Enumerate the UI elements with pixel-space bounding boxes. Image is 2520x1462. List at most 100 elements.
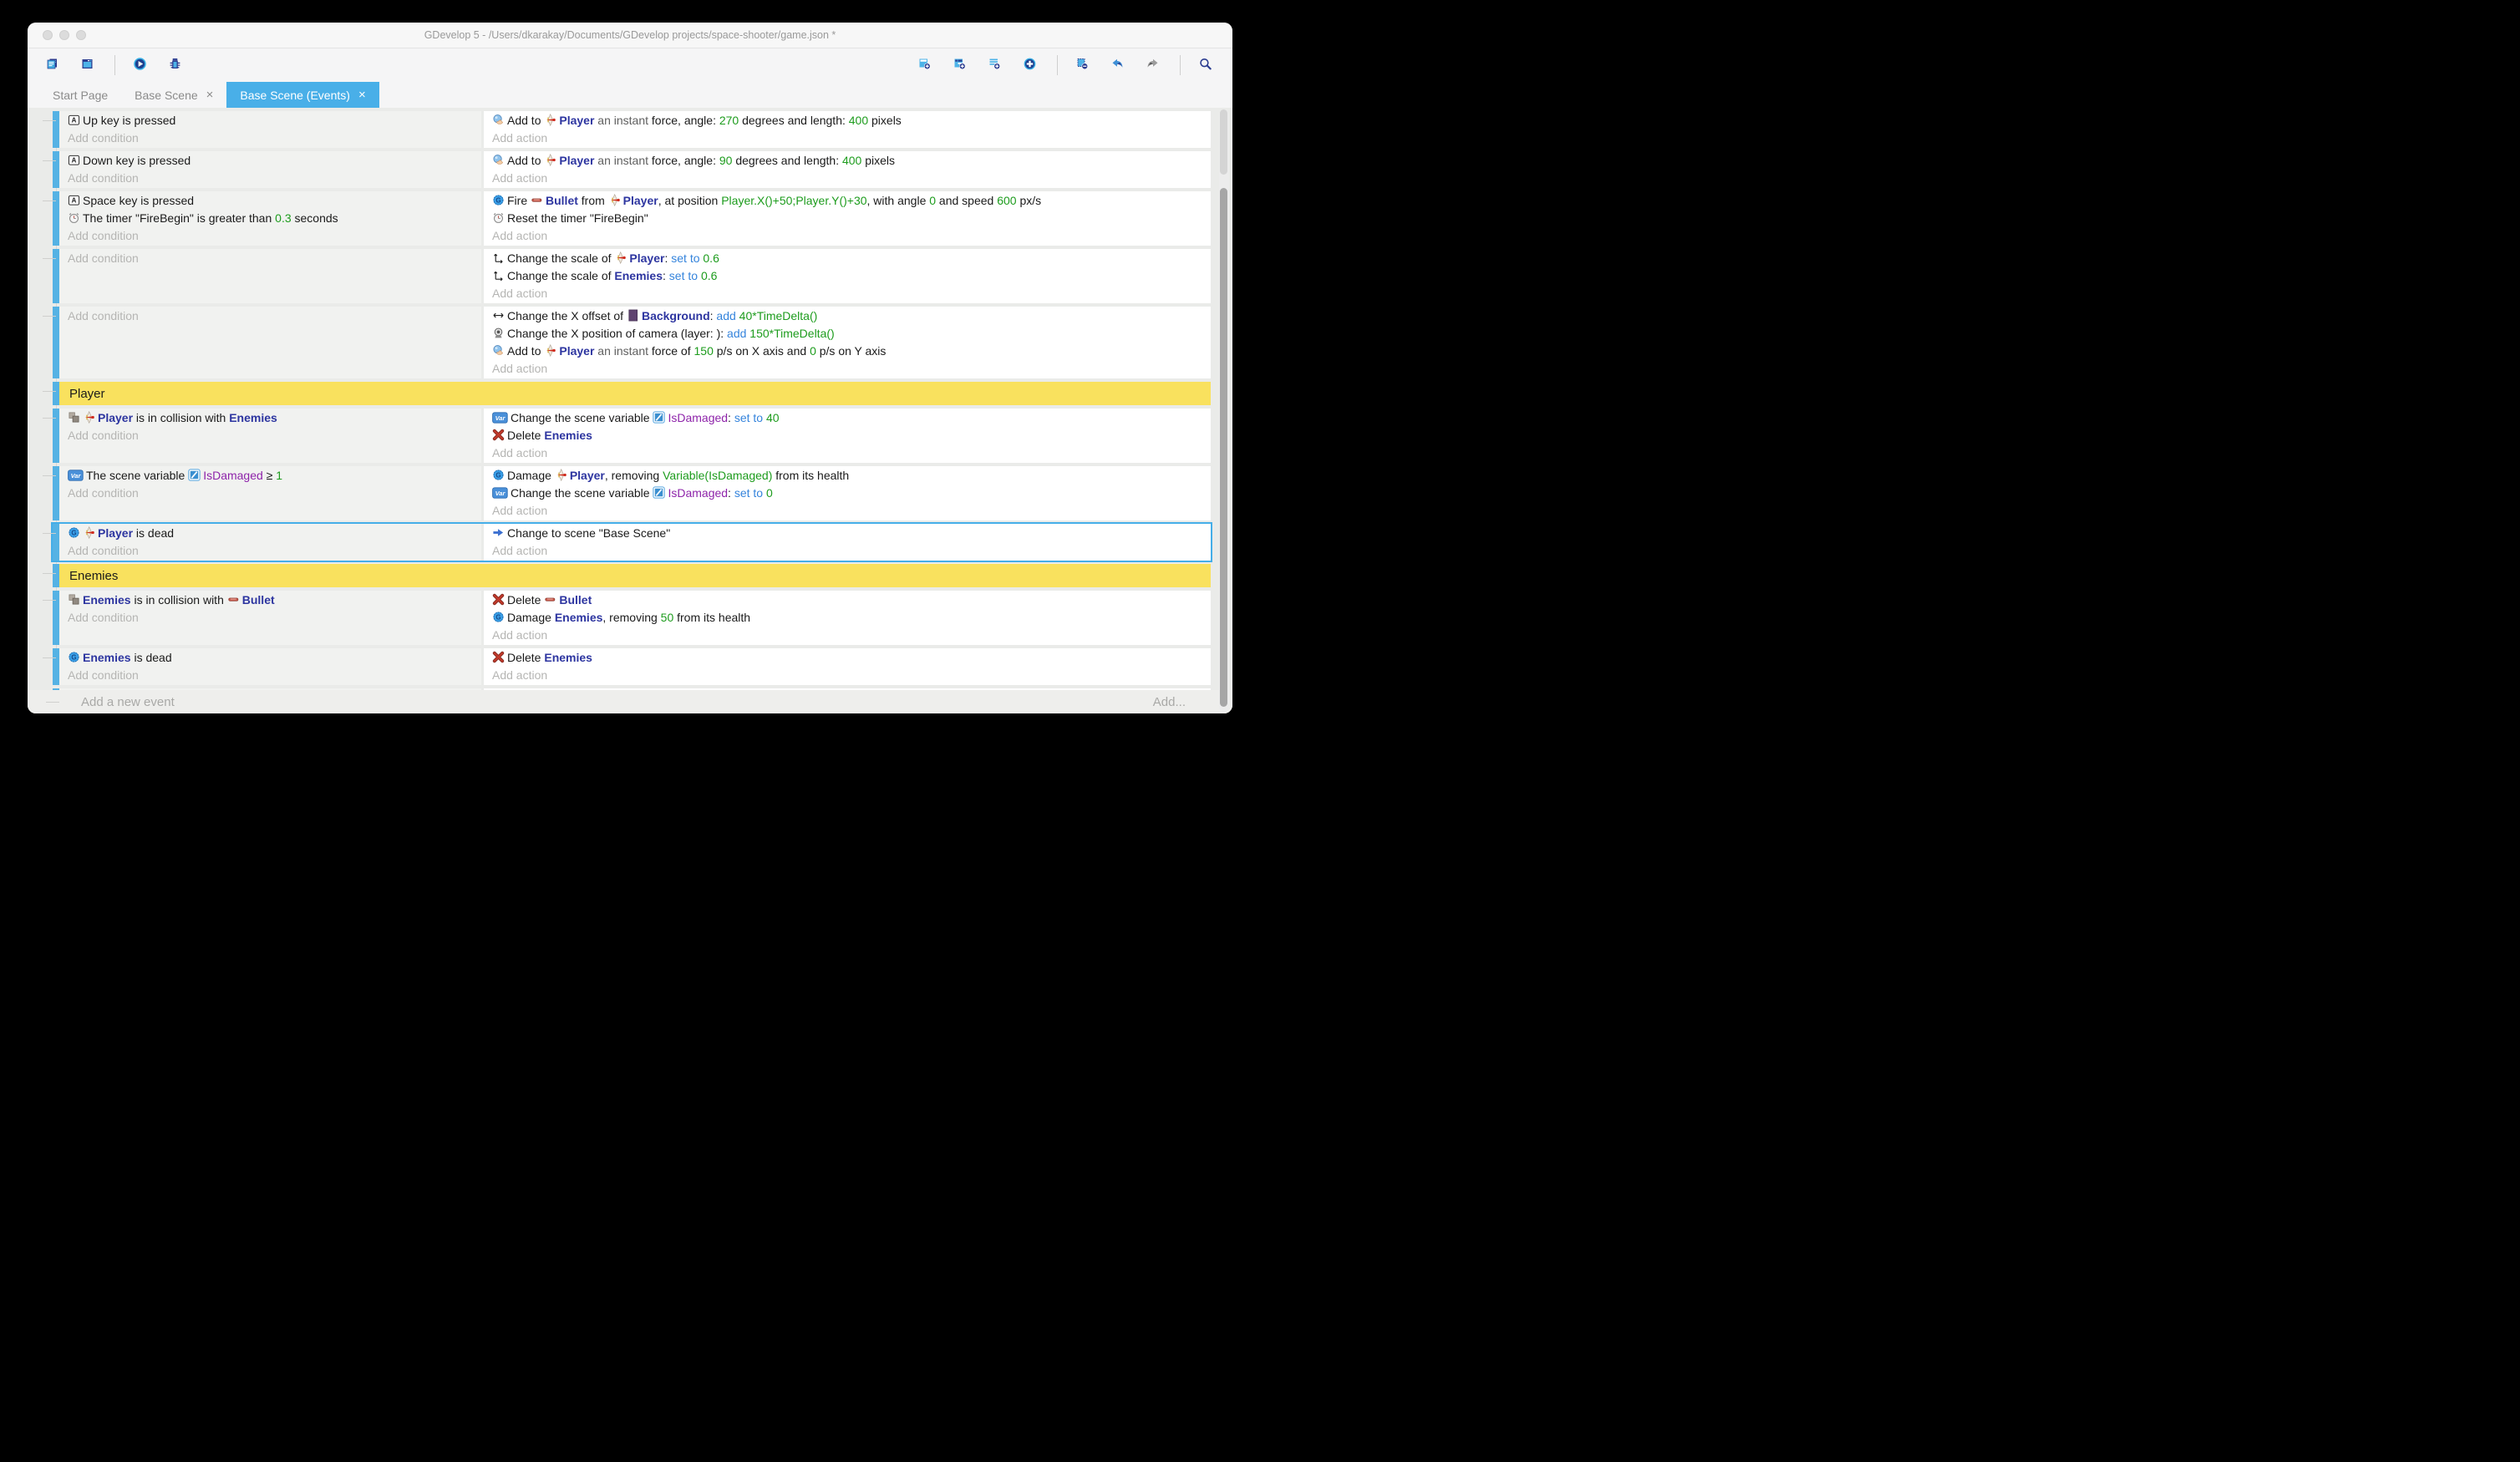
health-icon: G [68, 526, 80, 543]
action-line[interactable]: Change the scale of Enemies: set to 0.6 [492, 268, 1204, 286]
action-line[interactable]: Delete Enemies [492, 650, 1204, 668]
add-condition-button[interactable]: Add condition [68, 228, 475, 244]
action-line[interactable]: Reset the timer "FireBegin" [492, 211, 1204, 228]
event-drag-bar[interactable] [53, 307, 59, 378]
action-line[interactable]: Change the X position of camera (layer: … [492, 326, 1204, 343]
event-drag-bar[interactable] [53, 111, 59, 148]
event-drag-bar[interactable] [53, 151, 59, 188]
bullet-icon [227, 593, 240, 610]
condition-line[interactable]: The timer "FireBegin" is greater than 0.… [68, 211, 475, 228]
preview-play-button[interactable] [129, 53, 154, 77]
text-segment: Variable(IsDamaged) [663, 469, 772, 482]
add-action-button[interactable]: Add action [492, 543, 1204, 559]
debug-button[interactable] [164, 53, 189, 77]
add-action-button[interactable]: Add action [492, 170, 1204, 186]
condition-line[interactable]: Enemies is in collision with Bullet [68, 592, 475, 610]
add-circle-button[interactable] [1019, 53, 1044, 77]
action-line[interactable]: GDamage Enemies, removing 50 from its he… [492, 610, 1204, 627]
actions-cell: Add to Player an instant force, angle: 9… [484, 151, 1211, 188]
add-new-event-button[interactable]: Add a new event [81, 695, 175, 709]
add-condition-button[interactable]: Add condition [68, 251, 475, 267]
condition-line[interactable]: GEnemies is dead [68, 650, 475, 668]
event-drag-bar[interactable] [53, 249, 59, 303]
add-action-button[interactable]: Add action [492, 361, 1204, 377]
scrollbar-thumb-secondary[interactable] [1220, 109, 1227, 175]
action-line[interactable]: Delete Enemies [492, 428, 1204, 445]
add-subevent-button[interactable] [948, 53, 973, 77]
event-group-header[interactable]: Enemies [53, 564, 1211, 587]
add-comment-button[interactable] [983, 53, 1009, 77]
add-event-button[interactable] [913, 53, 938, 77]
text-segment: , removing [602, 611, 660, 624]
add-action-button[interactable]: Add action [492, 445, 1204, 461]
tab-start-page[interactable]: Start Page [39, 82, 121, 108]
action-line[interactable]: Add to Player an instant force, angle: 9… [492, 153, 1204, 170]
action-line[interactable]: Add to Player an instant force of 150 p/… [492, 343, 1204, 361]
action-line[interactable]: Add to Player an instant force, angle: 2… [492, 113, 1204, 130]
action-line[interactable]: Change the scale of Player: set to 0.6 [492, 251, 1204, 268]
action-line[interactable]: Change to scene "Base Scene" [492, 525, 1204, 543]
zoom-button[interactable] [76, 30, 86, 40]
add-condition-button[interactable]: Add condition [68, 130, 475, 146]
action-line[interactable]: GDamage Player, removing Variable(IsDama… [492, 468, 1204, 485]
delete-selection-button[interactable] [1071, 53, 1096, 77]
add-condition-button[interactable]: Add condition [68, 170, 475, 186]
action-line[interactable]: Delete Bullet [492, 592, 1204, 610]
tab-base-scene-events[interactable]: Base Scene (Events)× [226, 82, 379, 108]
add-condition-button[interactable]: Add condition [68, 543, 475, 559]
search-button[interactable] [1194, 53, 1219, 77]
condition-line[interactable]: ASpace key is pressed [68, 193, 475, 211]
condition-line[interactable]: Player is in collision with Enemies [68, 410, 475, 428]
event-drag-bar[interactable] [53, 382, 59, 405]
toolbar-separator [1180, 55, 1181, 75]
text-segment: set to [734, 411, 766, 424]
condition-line[interactable]: AUp key is pressed [68, 113, 475, 130]
event-drag-bar[interactable] [53, 524, 59, 561]
conditions-cell: Add condition [59, 307, 481, 378]
tab-base-scene[interactable]: Base Scene× [121, 82, 226, 108]
tab-close-icon[interactable]: × [206, 89, 214, 101]
undo-button[interactable] [1106, 53, 1131, 77]
add-action-button[interactable]: Add action [492, 130, 1204, 146]
minimize-button[interactable] [59, 30, 69, 40]
add-condition-button[interactable]: Add condition [68, 428, 475, 444]
add-condition-button[interactable]: Add condition [68, 485, 475, 501]
redo-button[interactable] [1141, 53, 1166, 77]
scrollbar-thumb[interactable] [1220, 188, 1227, 707]
scale-icon [492, 251, 505, 268]
event-drag-bar[interactable] [53, 409, 59, 463]
add-button[interactable]: Add... [1153, 695, 1186, 709]
add-action-button[interactable]: Add action [492, 228, 1204, 244]
text-segment: 40 [766, 411, 780, 424]
event-drag-bar[interactable] [53, 648, 59, 685]
event-drag-bar[interactable] [53, 564, 59, 587]
event-group-header[interactable]: Player [53, 382, 1211, 405]
action-line[interactable]: Change the X offset of Background: add 4… [492, 308, 1204, 326]
event-drag-bar[interactable] [53, 591, 59, 645]
event-drag-bar[interactable] [53, 191, 59, 246]
action-line[interactable]: GFire Bullet from Player, at position Pl… [492, 193, 1204, 211]
scene-editor-button[interactable] [76, 53, 101, 77]
condition-line[interactable]: ADown key is pressed [68, 153, 475, 170]
action-line[interactable]: VarChange the scene variable IsDamaged: … [492, 485, 1204, 503]
add-condition-button[interactable]: Add condition [68, 668, 475, 683]
condition-line[interactable]: GPlayer is dead [68, 525, 475, 543]
action-line[interactable]: VarChange the scene variable IsDamaged: … [492, 410, 1204, 428]
text-segment: Bullet [546, 194, 578, 207]
scene-change-icon [492, 526, 505, 543]
text-segment: 400 [842, 154, 861, 167]
text-segment: 50 [661, 611, 674, 624]
tab-close-icon[interactable]: × [358, 89, 366, 101]
add-circle-icon [1024, 58, 1036, 73]
add-action-button[interactable]: Add action [492, 627, 1204, 643]
close-button[interactable] [43, 30, 53, 40]
svg-text:G: G [495, 197, 500, 205]
add-condition-button[interactable]: Add condition [68, 308, 475, 324]
event-drag-bar[interactable] [53, 466, 59, 520]
add-action-button[interactable]: Add action [492, 503, 1204, 519]
add-action-button[interactable]: Add action [492, 668, 1204, 683]
add-condition-button[interactable]: Add condition [68, 610, 475, 626]
project-manager-button[interactable] [41, 53, 66, 77]
condition-line[interactable]: VarThe scene variable IsDamaged ≥ 1 [68, 468, 475, 485]
add-action-button[interactable]: Add action [492, 286, 1204, 302]
